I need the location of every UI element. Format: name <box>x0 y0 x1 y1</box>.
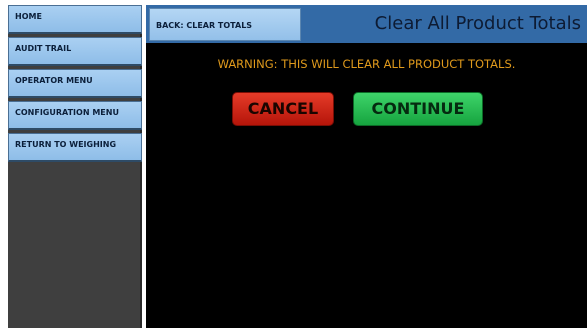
sidebar-item-label: HOME <box>15 12 42 21</box>
back-button[interactable]: BACK: CLEAR TOTALS <box>149 8 301 41</box>
sidebar-item-operator-menu[interactable]: OPERATOR MENU <box>8 69 142 98</box>
cancel-button-label: CANCEL <box>247 99 319 118</box>
main-panel: BACK: CLEAR TOTALS Clear All Product Tot… <box>146 5 587 328</box>
sidebar-item-home[interactable]: HOME <box>8 5 142 34</box>
page-title: Clear All Product Totals <box>374 13 581 34</box>
sidebar-item-label: OPERATOR MENU <box>15 76 93 85</box>
sidebar-item-label: RETURN TO WEIGHING <box>15 140 117 149</box>
sidebar-item-label: AUDIT TRAIL <box>15 44 72 53</box>
sidebar-nav: HOME AUDIT TRAIL OPERATOR MENU CONFIGURA… <box>8 5 142 328</box>
sidebar-item-label: CONFIGURATION MENU <box>15 108 119 117</box>
sidebar-item-audit-trail[interactable]: AUDIT TRAIL <box>8 37 142 66</box>
continue-button-label: CONTINUE <box>371 99 465 118</box>
sidebar-item-return-to-weighing[interactable]: RETURN TO WEIGHING <box>8 133 142 162</box>
continue-button[interactable]: CONTINUE <box>353 92 483 126</box>
header-bar: BACK: CLEAR TOTALS Clear All Product Tot… <box>146 5 587 43</box>
cancel-button[interactable]: CANCEL <box>232 92 334 126</box>
warning-message: WARNING: THIS WILL CLEAR ALL PRODUCT TOT… <box>217 57 516 71</box>
sidebar-item-configuration-menu[interactable]: CONFIGURATION MENU <box>8 101 142 130</box>
back-button-label: BACK: CLEAR TOTALS <box>156 21 253 30</box>
clear-totals-screen: HOME AUDIT TRAIL OPERATOR MENU CONFIGURA… <box>0 0 587 328</box>
